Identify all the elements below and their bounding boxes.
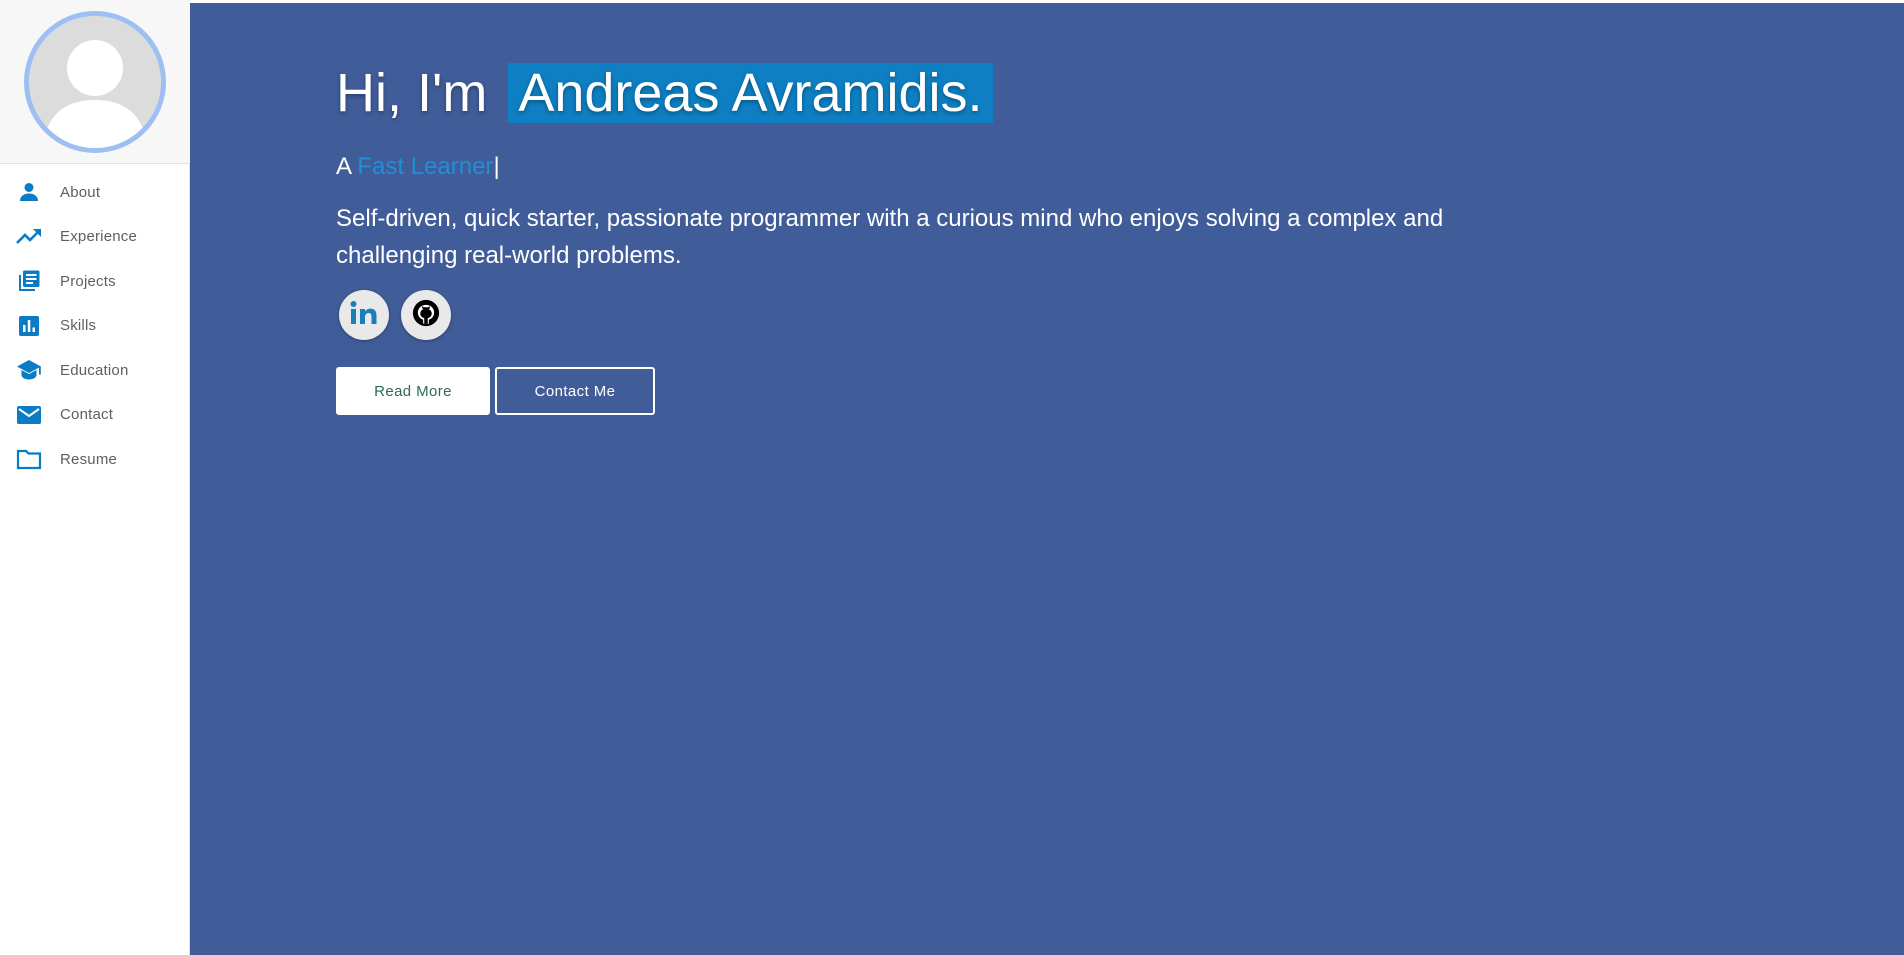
sidebar-nav: About Experience Projects Skills Educati… xyxy=(0,164,189,482)
sidebar-item-about[interactable]: About xyxy=(0,170,189,215)
github-link[interactable] xyxy=(401,290,451,340)
sidebar-item-label: Contact xyxy=(60,406,114,424)
github-icon xyxy=(411,298,441,333)
avatar xyxy=(24,10,166,153)
mail-icon xyxy=(16,402,42,428)
trending-up-icon xyxy=(16,224,42,250)
bar-chart-icon xyxy=(16,313,42,339)
sidebar-item-projects[interactable]: Projects xyxy=(0,259,189,304)
sidebar-item-label: Resume xyxy=(60,450,118,468)
tagline-prefix: A xyxy=(336,153,351,180)
sidebar-item-contact[interactable]: Contact xyxy=(0,393,189,438)
contact-me-button[interactable]: Contact Me xyxy=(495,367,655,415)
person-icon xyxy=(16,179,42,205)
hero-name: Andreas Avramidis. xyxy=(508,63,993,123)
hero-tagline: A Fast Learner| xyxy=(336,152,1476,182)
sidebar-item-label: Projects xyxy=(60,272,116,290)
read-more-button[interactable]: Read More xyxy=(336,367,490,415)
hero-buttons: Read More Contact Me xyxy=(336,367,1476,415)
sidebar-item-experience[interactable]: Experience xyxy=(0,215,189,260)
hero-greeting: Hi, I'm Andreas Avramidis. xyxy=(336,60,1476,126)
sidebar-item-label: Education xyxy=(60,361,129,379)
typing-cursor: | xyxy=(493,153,500,180)
sidebar-item-label: Skills xyxy=(60,317,97,335)
sidebar-item-resume[interactable]: Resume xyxy=(0,437,189,482)
sidebar-item-label: About xyxy=(60,183,101,201)
folder-icon xyxy=(16,446,42,472)
linkedin-icon xyxy=(348,299,380,332)
sidebar-item-label: Experience xyxy=(60,228,138,246)
default-user-icon xyxy=(29,15,161,148)
sidebar-item-skills[interactable]: Skills xyxy=(0,304,189,349)
school-icon xyxy=(16,357,42,383)
tagline-typed-text: Fast Learner xyxy=(357,153,494,180)
avatar-container xyxy=(0,0,190,164)
sidebar: About Experience Projects Skills Educati… xyxy=(0,0,190,955)
hero-section: Hi, I'm Andreas Avramidis. A Fast Learne… xyxy=(190,3,1904,955)
greeting-prefix: Hi, I'm xyxy=(336,63,488,123)
library-books-icon xyxy=(16,268,42,294)
sidebar-item-education[interactable]: Education xyxy=(0,348,189,393)
hero-bio: Self-driven, quick starter, passionate p… xyxy=(336,205,1444,269)
linkedin-link[interactable] xyxy=(339,290,389,340)
hero-content: Hi, I'm Andreas Avramidis. A Fast Learne… xyxy=(336,60,1476,415)
social-links xyxy=(336,290,1476,340)
page: About Experience Projects Skills Educati… xyxy=(0,0,1904,955)
